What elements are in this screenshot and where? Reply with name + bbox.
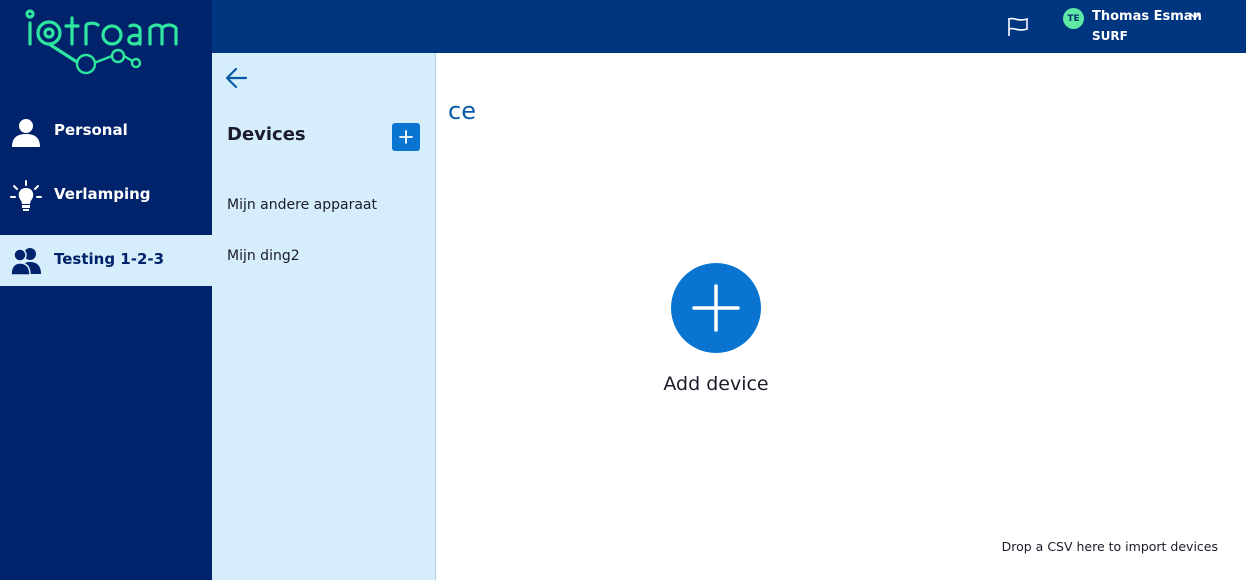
- plus-icon: [399, 130, 413, 144]
- sidebar-item-personal[interactable]: Personal: [0, 106, 212, 157]
- user-org: SURF: [1092, 29, 1128, 43]
- chevron-down-icon: [1189, 12, 1201, 20]
- main-content: ce Add device Drop a CSV here to import …: [436, 53, 1246, 580]
- plus-icon: [692, 284, 740, 332]
- sidebar-item-testing[interactable]: Testing 1-2-3: [0, 235, 212, 286]
- csv-drop-hint: Drop a CSV here to import devices: [1001, 539, 1218, 554]
- group-icon: [10, 248, 41, 276]
- list-item[interactable]: Mijn andere apparaat: [227, 197, 377, 213]
- avatar: TE: [1063, 8, 1084, 29]
- add-device-button[interactable]: [671, 263, 761, 353]
- sidebar-item-verlamping[interactable]: Verlamping: [0, 170, 212, 221]
- add-device-label: Add device: [663, 373, 769, 395]
- sidebar-item-label: Testing 1-2-3: [54, 250, 165, 268]
- user-menu[interactable]: TE Thomas Esman SURF: [1063, 7, 1223, 47]
- app-root: TE Thomas Esman SURF Personal Verlamping…: [0, 0, 1246, 580]
- sidebar-item-label: Verlamping: [54, 185, 151, 203]
- sidebar: Personal Verlamping Testing 1-2-3: [0, 0, 212, 580]
- person-icon: [12, 119, 40, 147]
- devices-title: Devices: [227, 124, 306, 145]
- list-item[interactable]: Mijn ding2: [227, 248, 300, 264]
- flag-button[interactable]: [1004, 14, 1032, 40]
- page-title: ce: [448, 97, 476, 125]
- back-button[interactable]: [224, 65, 250, 91]
- user-name: Thomas Esman: [1092, 9, 1202, 24]
- sidebar-item-label: Personal: [54, 121, 128, 139]
- add-device-small-button[interactable]: [392, 123, 420, 151]
- devices-panel: Devices Mijn andere apparaat Mijn ding2: [212, 53, 436, 580]
- flag-icon: [1008, 17, 1028, 36]
- iotroam-logo[interactable]: [22, 6, 190, 78]
- arrow-left-icon: [225, 67, 248, 89]
- lightbulb-icon: [10, 180, 42, 211]
